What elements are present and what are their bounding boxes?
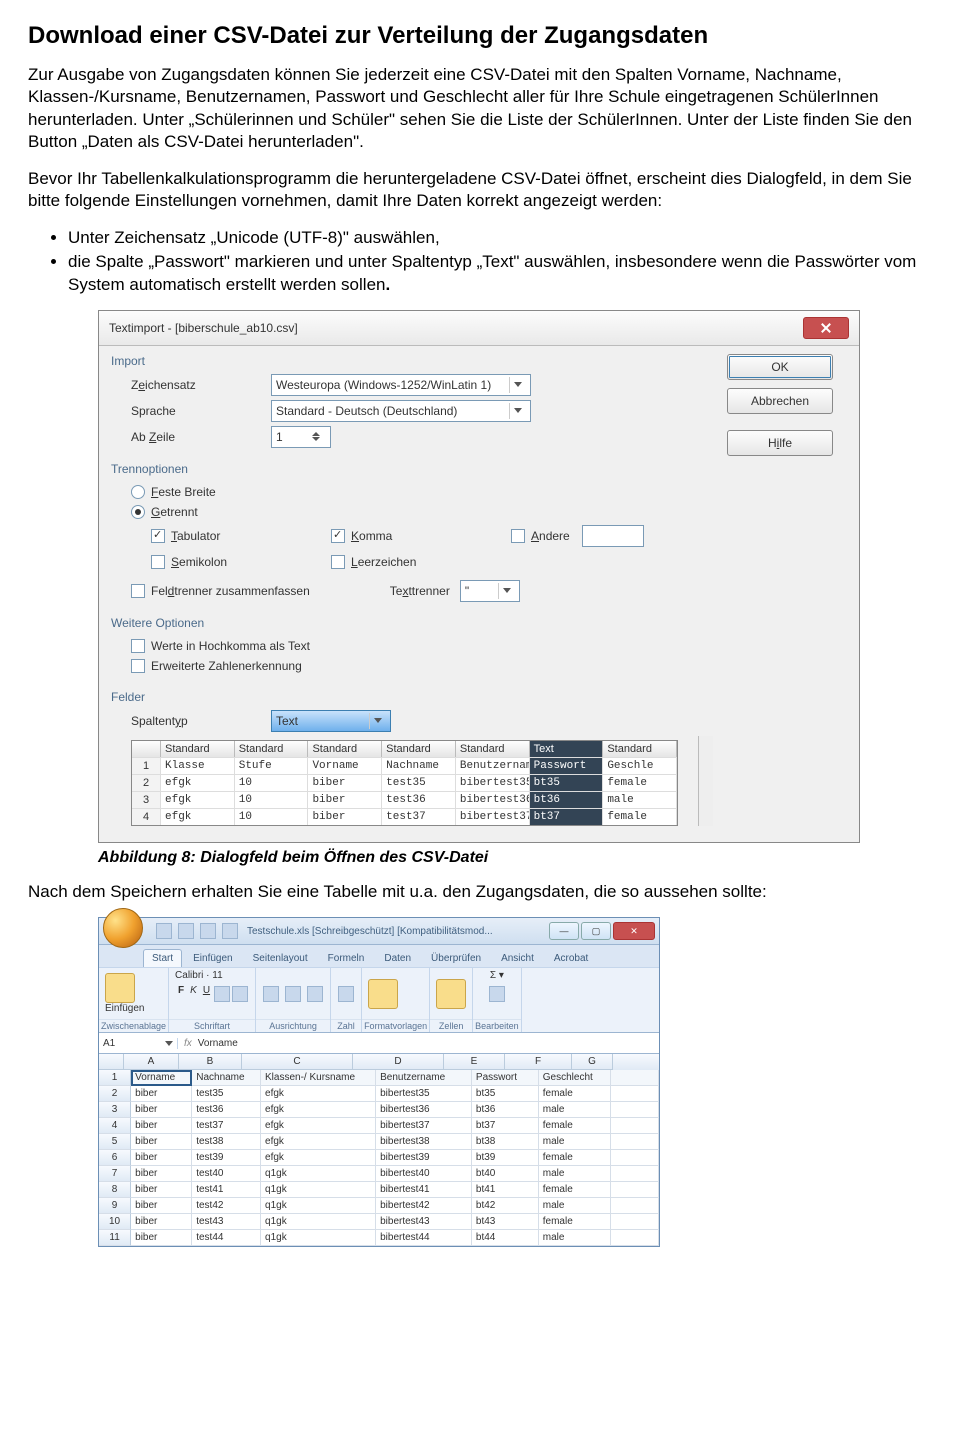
paragraph-2: Bevor Ihr Tabellenkalkulationsprogramm d… (28, 168, 932, 213)
tab-ansicht[interactable]: Ansicht (492, 949, 543, 967)
section-fields-label: Felder (111, 690, 713, 704)
scrollbar[interactable] (698, 736, 713, 826)
check-semicolon[interactable]: Semikolon (131, 552, 311, 572)
maximize-icon[interactable]: ▢ (581, 922, 611, 940)
check-space[interactable]: Leerzeichen (311, 552, 491, 572)
cancel-button[interactable]: Abbrechen (727, 388, 833, 414)
text-import-dialog: Textimport - [biberschule_ab10.csv] Impo… (98, 310, 860, 843)
list-item: Unter Zeichensatz „Unicode (UTF-8)" ausw… (68, 227, 932, 249)
tab-formeln[interactable]: Formeln (319, 949, 374, 967)
section-separator-label: Trennoptionen (111, 462, 713, 476)
text-delim-combo[interactable]: " (460, 580, 520, 602)
other-input[interactable] (582, 525, 644, 547)
check-ext-num[interactable]: Erweiterte Zahlenerkennung (111, 656, 713, 676)
chevron-down-icon (498, 583, 515, 599)
office-button[interactable] (103, 908, 143, 948)
help-button[interactable]: Hilfe (727, 430, 833, 456)
radio-separated[interactable]: Getrennt (111, 502, 713, 522)
fx-icon[interactable]: fx (178, 1038, 198, 1049)
paragraph-3: Nach dem Speichern erhalten Sie eine Tab… (28, 881, 932, 903)
language-label: Sprache (111, 404, 271, 418)
check-comma[interactable]: Komma (311, 522, 491, 550)
section-import-label: Import (111, 354, 713, 368)
excel-window: Testschule.xls [Schreibgeschützt] [Kompa… (98, 917, 660, 1247)
radio-fixed-width[interactable]: Feste Breite (111, 482, 713, 502)
coltype-label: Spaltentyp (111, 714, 271, 728)
paste-icon[interactable] (105, 973, 135, 1003)
charset-combo[interactable]: Westeuropa (Windows-1252/WinLatin 1) (271, 374, 531, 396)
excel-title-text: Testschule.xls [Schreibgeschützt] [Kompa… (247, 926, 493, 937)
chevron-down-icon (509, 403, 526, 419)
ok-button[interactable]: OK (727, 354, 833, 380)
minimize-icon[interactable]: — (549, 922, 579, 940)
ribbon: EinfügenZwischenablage Calibri · 11FKUSc… (99, 967, 659, 1033)
excel-titlebar: Testschule.xls [Schreibgeschützt] [Kompa… (99, 918, 659, 945)
list-item: die Spalte „Passwort" markieren und unte… (68, 251, 932, 296)
check-other[interactable]: Andere (491, 522, 713, 550)
section-other-label: Weitere Optionen (111, 616, 713, 630)
tab-daten[interactable]: Daten (375, 949, 420, 967)
text-delim-label: Texttrenner (390, 584, 450, 598)
name-box[interactable]: A1 (99, 1038, 178, 1049)
paragraph-1: Zur Ausgabe von Zugangsdaten können Sie … (28, 64, 932, 154)
dialog-titlebar: Textimport - [biberschule_ab10.csv] (99, 311, 859, 346)
preview-table[interactable]: Standard Standard Standard Standard Stan… (131, 740, 678, 826)
check-quoted-text[interactable]: Werte in Hochkomma als Text (111, 636, 713, 656)
from-row-label: Ab Zeile (111, 430, 271, 444)
quick-access-toolbar[interactable] (155, 922, 239, 940)
spreadsheet-grid[interactable]: A B C D E F G 1 Vorname Nachname Klassen… (99, 1054, 659, 1246)
tab-start[interactable]: Start (143, 949, 182, 967)
tab-einfügen[interactable]: Einfügen (184, 949, 241, 967)
tab-überprüfen[interactable]: Überprüfen (422, 949, 490, 967)
styles-icon[interactable] (368, 979, 398, 1009)
chevron-down-icon (509, 377, 526, 393)
page-title: Download einer CSV-Datei zur Verteilung … (28, 22, 932, 50)
formula-value: Vorname (198, 1038, 238, 1049)
tab-seitenlayout[interactable]: Seitenlayout (244, 949, 317, 967)
close-icon[interactable]: ✕ (613, 922, 655, 940)
cells-icon[interactable] (436, 979, 466, 1009)
dialog-title: Textimport - [biberschule_ab10.csv] (109, 321, 803, 335)
from-row-spinner[interactable]: 1 (271, 426, 331, 448)
ribbon-tabs: StartEinfügenSeitenlayoutFormelnDatenÜbe… (99, 945, 659, 967)
check-tab[interactable]: Tabulator (131, 522, 311, 550)
figure-caption: Abbildung 8: Dialogfeld beim Öffnen des … (98, 849, 932, 867)
charset-label: Zeichensatz (111, 378, 271, 392)
formula-bar[interactable]: A1 fx Vorname (99, 1033, 659, 1054)
check-merge-delim[interactable]: Feldtrenner zusammenfassen (111, 581, 310, 601)
tab-acrobat[interactable]: Acrobat (545, 949, 597, 967)
chevron-down-icon (369, 713, 386, 729)
close-icon[interactable] (803, 317, 849, 339)
coltype-combo[interactable]: Text (271, 710, 391, 732)
language-combo[interactable]: Standard - Deutsch (Deutschland) (271, 400, 531, 422)
bullet-list: Unter Zeichensatz „Unicode (UTF-8)" ausw… (28, 227, 932, 296)
